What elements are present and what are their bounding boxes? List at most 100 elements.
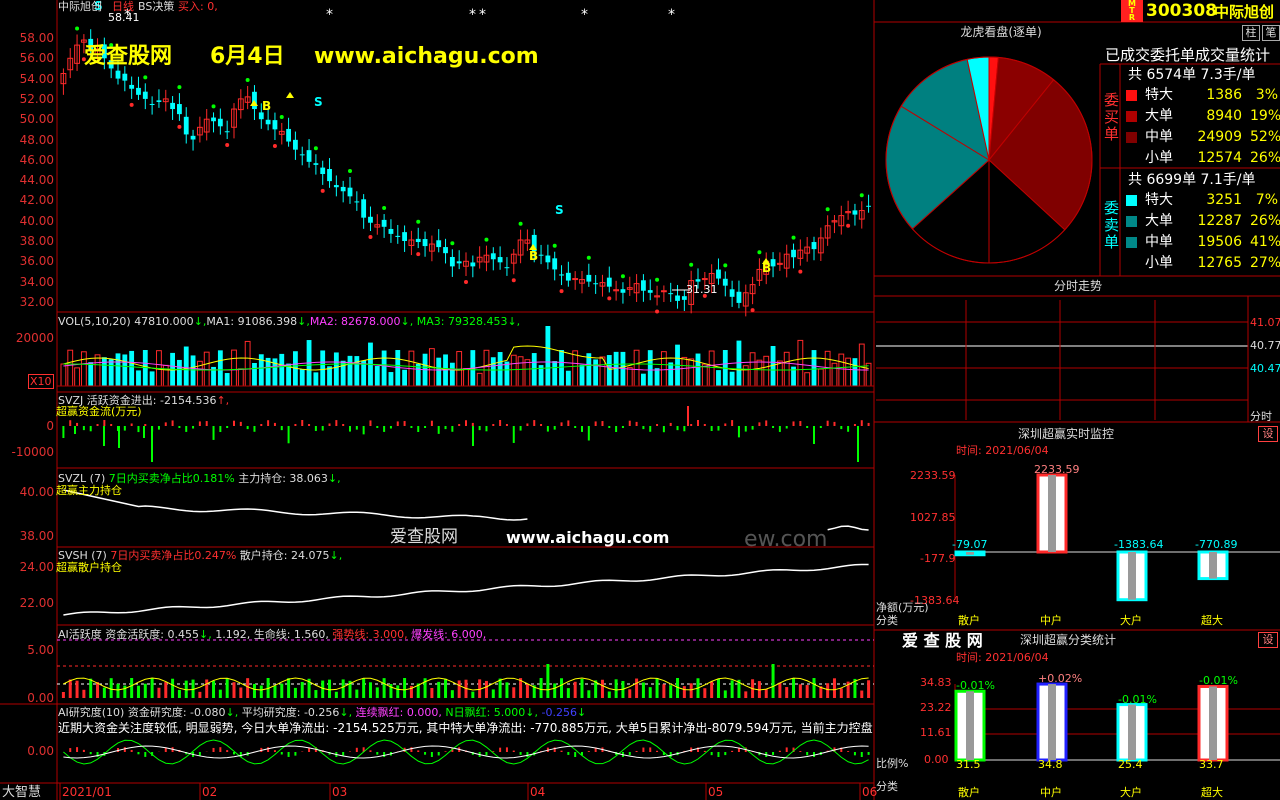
stroke-toggle-button[interactable]: 笔: [1262, 25, 1280, 41]
ai-t5: 强势线: 3.000,: [332, 628, 408, 641]
classify-y1: 34.83: [920, 676, 952, 689]
svsh-title: 超赢散户持仓: [56, 561, 122, 574]
signal-dot: [279, 114, 284, 119]
classify-settings-button[interactable]: 设: [1258, 632, 1278, 648]
bar-toggle-button[interactable]: 柱: [1242, 25, 1260, 41]
candle-down: [565, 272, 571, 281]
ai2-y1: 0.00: [27, 744, 54, 758]
candle-down: [286, 128, 291, 142]
volume-bar-down: [381, 350, 387, 386]
classify-value: 31.5: [956, 758, 981, 771]
buy-row-value: 1386: [1206, 87, 1242, 103]
signal-dot: [416, 219, 421, 224]
vol-arrow: ↓,: [193, 315, 207, 328]
signal-dot: [211, 104, 216, 109]
candle-up: [572, 278, 579, 281]
main-y-tick: 58.00: [19, 31, 54, 45]
vol-label: VOL(5,10,20): [58, 315, 131, 328]
candle-down: [449, 256, 455, 267]
candle-down: [593, 283, 599, 285]
volume-bar-down: [279, 353, 285, 386]
classify-xlabel: 分类: [876, 780, 898, 793]
candle-down: [641, 280, 646, 291]
svzj-y-neg: -10000: [11, 445, 54, 459]
classify-value: 33.7: [1199, 758, 1224, 771]
monitor-category: 大户: [1120, 614, 1142, 627]
volume-bar-up: [797, 339, 804, 387]
signal-dot: [368, 235, 373, 240]
strategy-label[interactable]: BS决策: [138, 0, 174, 13]
classify-bar-shade: [1128, 704, 1136, 760]
buy-row-label: 特大: [1145, 87, 1173, 103]
signal-dot: [450, 241, 455, 246]
candle-down: [586, 274, 592, 282]
candle-down: [142, 91, 148, 99]
volume-bar-down: [490, 357, 496, 386]
buy-row-swatch: [1126, 90, 1137, 101]
sell-row-swatch: [1126, 237, 1137, 248]
volume-bar-down: [641, 373, 646, 386]
volume-bar-down: [101, 357, 107, 386]
volume-bar-down: [852, 358, 858, 386]
mtr-logo[interactable]: MTR: [1121, 0, 1143, 22]
classify-category: 大户: [1120, 786, 1142, 799]
volume-bar-down: [115, 353, 121, 386]
signal-dot: [620, 274, 625, 279]
volume-bar-up: [817, 368, 824, 387]
signal-dot: [689, 262, 694, 267]
volume-bar-up: [572, 350, 579, 387]
svzl-t1: 7日内买卖净占比0.181%: [108, 472, 235, 485]
candle-down: [456, 261, 462, 264]
candle-down: [265, 119, 271, 125]
svsh-t1: 7日内买卖净占比0.247%: [110, 549, 237, 562]
buy-row-swatch: [1126, 153, 1137, 164]
classify-change: +0.02%: [1038, 672, 1083, 686]
volume-bar-down: [586, 353, 592, 386]
classify-y4: 0.00: [924, 753, 949, 766]
mtr-text: MTR: [1128, 0, 1136, 22]
ai2-arrow4: ↓: [576, 706, 587, 719]
candle-down: [675, 295, 680, 301]
monitor-settings-button[interactable]: 设: [1258, 426, 1278, 442]
intraday-y2: 40.77: [1250, 339, 1280, 352]
candle-down: [368, 216, 373, 223]
volume-bar-down: [252, 363, 257, 386]
buy-row-value: 24909: [1197, 129, 1242, 145]
app-corner-label[interactable]: 大智慧: [2, 786, 41, 799]
signal-dot: [75, 26, 80, 31]
volume-bar-up: [763, 355, 770, 387]
buy-signal: B: [262, 99, 271, 113]
candle-down: [552, 258, 558, 270]
star-marker: *: [326, 7, 333, 23]
sell-row-label: 特大: [1145, 192, 1173, 208]
monitor-category: 超大: [1201, 614, 1223, 627]
volume-bar-down: [402, 369, 407, 386]
signal-dot: [348, 169, 352, 174]
candle-down: [299, 154, 305, 156]
sell-row-value: 12287: [1197, 213, 1242, 229]
stock-code: 300308: [1146, 1, 1217, 21]
volume-bar-up: [60, 363, 67, 387]
classify-change: -0.01%: [956, 679, 995, 693]
candle-down: [791, 249, 796, 258]
classify-y3: 11.61: [920, 726, 952, 739]
candle-down: [736, 291, 742, 303]
volume-bar-down: [716, 370, 721, 386]
signal-dot: [225, 143, 230, 148]
volume-bar-down: [299, 369, 305, 386]
volume-bar-down: [531, 353, 537, 386]
vol-unit[interactable]: X10: [28, 374, 54, 389]
volume-bar-up: [845, 357, 852, 387]
volume-bar-up: [231, 349, 237, 387]
buy-signal-label: 买入: 0,: [178, 0, 218, 13]
buy-row-label: 中单: [1145, 129, 1173, 145]
x-tick-label: 2021/01: [62, 785, 112, 799]
buy-row-label: 小单: [1145, 150, 1173, 166]
ai-t3: 1.192,: [215, 628, 251, 641]
volume-bar-down: [217, 350, 223, 386]
stock-name: 中际旭创: [1214, 3, 1275, 21]
volume-bar-up: [688, 358, 695, 387]
volume-bar-down: [559, 350, 564, 386]
volume-bar-down: [606, 355, 612, 386]
vol-ma3: MA3: 79328.453: [416, 315, 508, 328]
